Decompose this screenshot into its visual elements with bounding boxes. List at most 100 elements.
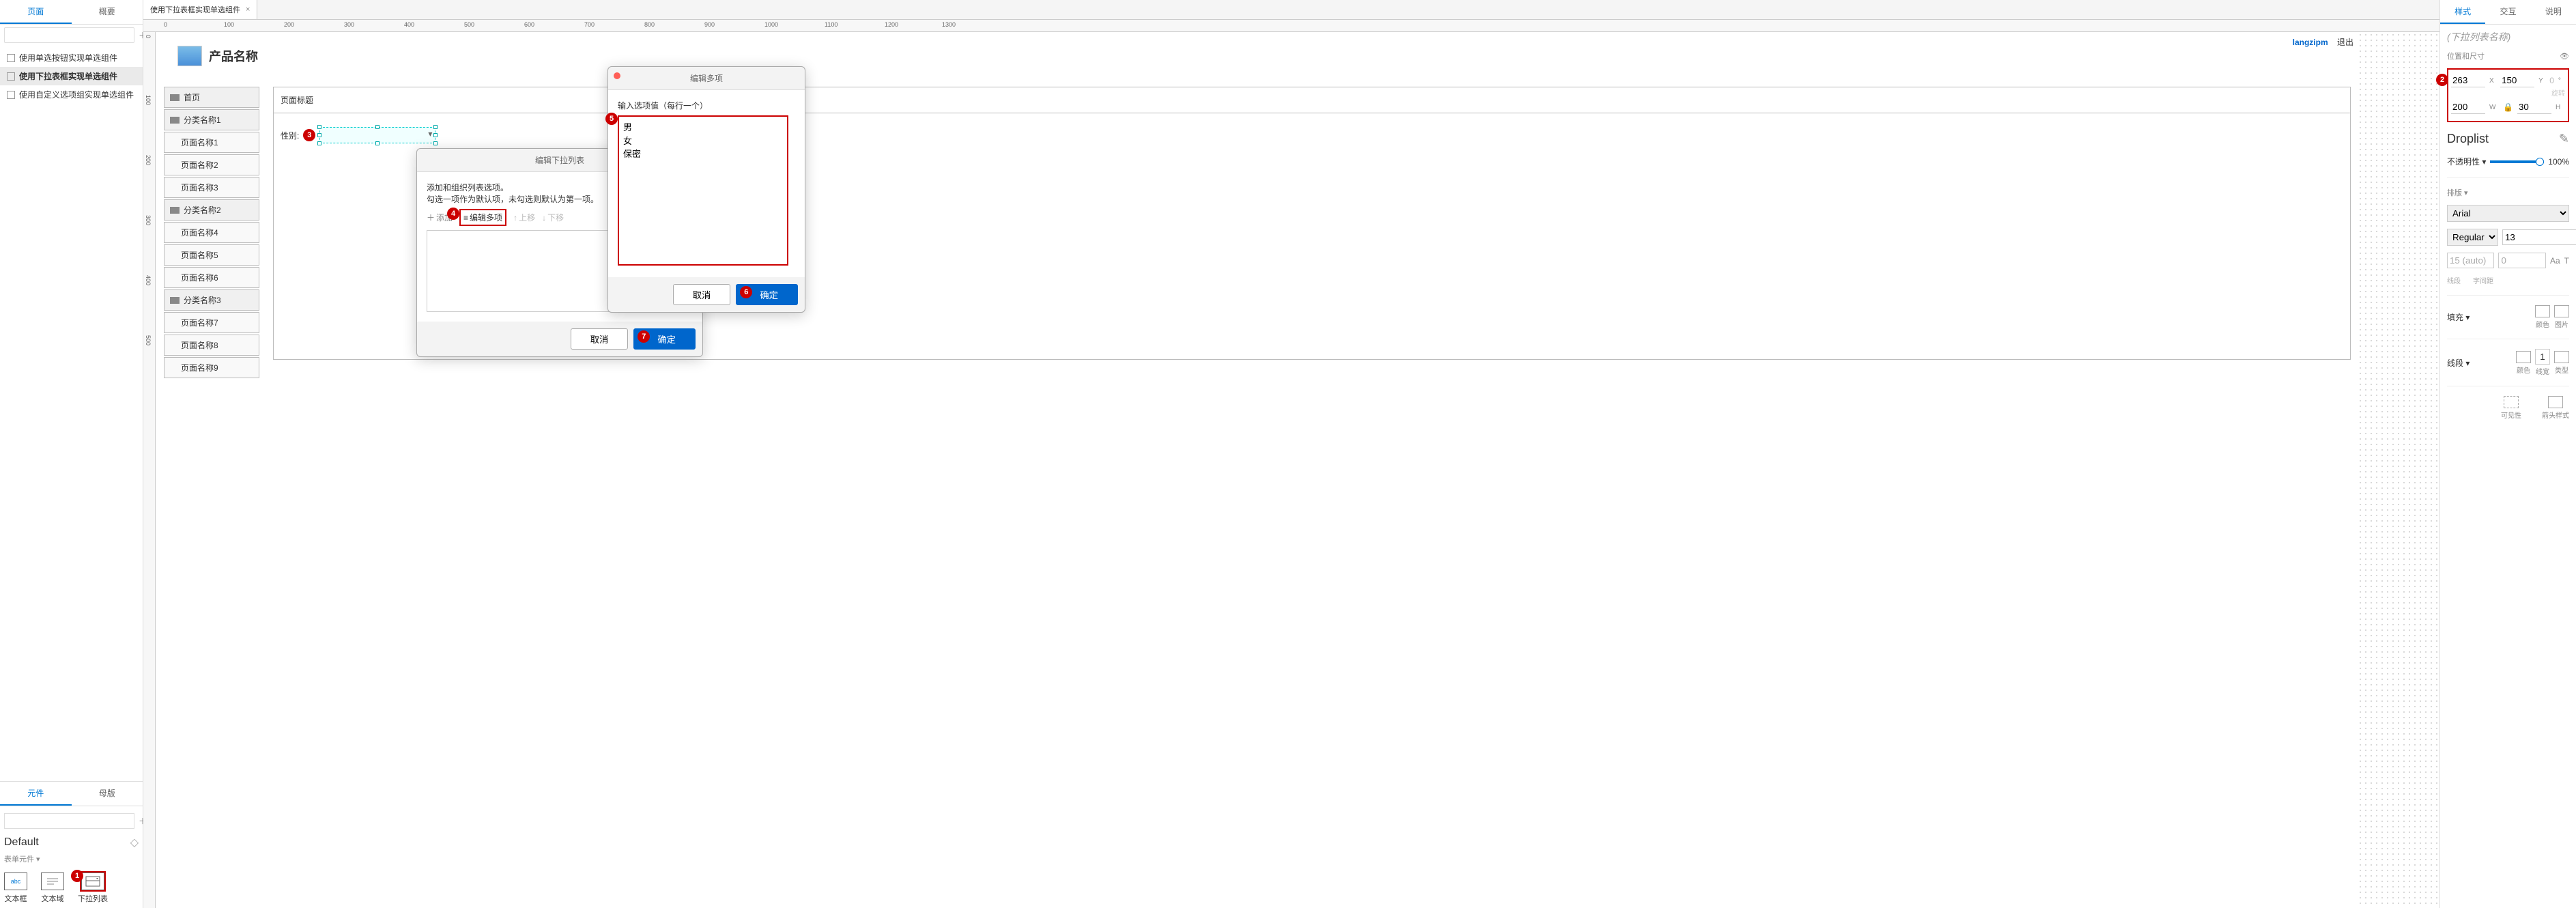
user-link[interactable]: langzipm [2293,38,2328,47]
font-weight-select[interactable]: Regular [2447,229,2498,246]
page-search-input[interactable] [4,27,134,43]
close-icon[interactable]: × [246,5,250,14]
tree-item[interactable]: 使用单选按钮实现单选组件 [0,48,143,67]
file-tab[interactable]: 使用下拉表框实现单选组件 × [143,0,257,19]
folder-icon [170,117,180,124]
x-input[interactable] [2451,74,2485,87]
tree-item[interactable]: 使用自定义选项组实现单选组件 [0,85,143,104]
cancel-button[interactable]: 取消 [673,284,731,305]
stroke-width-input[interactable] [2535,349,2550,365]
edit-many-button[interactable]: ≡ 编辑多项 [459,209,506,226]
sitemap-item[interactable]: 页面名称5 [164,244,259,266]
widget-type: Droplist [2447,132,2489,146]
badge-5: 5 [605,113,618,125]
canvas-margin [2358,32,2439,908]
sitemap-item[interactable]: 页面名称3 [164,177,259,198]
w-input[interactable] [2451,100,2485,114]
edit-many-dialog: 编辑多项 输入选项值（每行一个） 5 取消 6 确定 [607,66,805,313]
widget-textfield[interactable]: abc 文本框 [4,872,27,904]
product-logo [177,46,202,66]
sitemap: 首页 分类名称1 页面名称1 页面名称2 页面名称3 分类名称2 页面名称4 页… [164,87,259,380]
badge-1: 1 [71,870,83,882]
fill-image-icon[interactable] [2554,305,2569,317]
page-title: 页面标题 [274,87,2350,113]
section-label: 填充 ▾ [2447,311,2470,323]
edit-style-icon[interactable]: ✎ [2559,132,2569,146]
library-name[interactable]: Default◇ [4,832,139,853]
page-icon [7,72,15,81]
sitemap-item[interactable]: 页面名称6 [164,267,259,288]
sitemap-item[interactable]: 分类名称3 [164,289,259,311]
page-tree: 使用单选按钮实现单选组件 使用下拉表框实现单选组件 使用自定义选项组实现单选组件 [0,46,143,107]
sitemap-item[interactable]: 页面名称7 [164,312,259,333]
y-input[interactable] [2500,74,2534,87]
stroke-type-icon[interactable] [2554,351,2569,363]
font-select[interactable]: Arial [2447,205,2569,222]
section-label: 位置和尺寸 [2447,51,2485,61]
droplist-widget[interactable] [319,127,435,143]
sitemap-item[interactable]: 分类名称1 [164,109,259,130]
dialog-prompt: 输入选项值（每行一个） [618,100,795,111]
visibility-toggle[interactable] [2504,396,2519,408]
lock-icon[interactable]: 🔒 [2503,102,2513,112]
letter-spacing-input[interactable] [2498,253,2545,268]
font-size-input[interactable] [2502,229,2576,245]
tab-style[interactable]: 样式 [2440,0,2485,24]
section-label: 不透明性 ▾ [2447,156,2486,167]
dialog-title: 编辑多项 [608,67,805,90]
section-label: 线段 ▾ [2447,357,2470,369]
tab-interaction[interactable]: 交互 [2485,0,2530,24]
widget-name-input[interactable]: (下拉列表名称) [2447,30,2569,44]
widget-label: 文本域 [42,893,64,904]
line-height-input[interactable] [2447,253,2494,268]
tab-masters[interactable]: 母版 [72,782,143,806]
cancel-button[interactable]: 取消 [571,328,629,350]
stroke-color-swatch[interactable] [2516,351,2531,363]
product-title: 产品名称 [209,47,258,65]
tab-widgets[interactable]: 元件 [0,782,72,806]
file-tab-label: 使用下拉表框实现单选组件 [150,4,240,15]
widget-label: 下拉列表 [78,893,108,904]
page-icon [7,54,15,62]
tab-notes[interactable]: 说明 [2531,0,2576,24]
fill-color-swatch[interactable] [2535,305,2550,317]
widget-search-input[interactable] [4,813,134,829]
field-label: 性别: [281,130,299,141]
tab-outline[interactable]: 概要 [72,0,143,24]
logout-link[interactable]: 退出 [2337,38,2353,47]
badge-3: 3 [303,129,315,141]
tree-item-label: 使用自定义选项组实现单选组件 [19,89,134,100]
widget-label: 文本框 [5,893,27,904]
h-input[interactable] [2517,100,2551,114]
text-case-icon[interactable]: Aa [2550,256,2560,266]
options-textarea[interactable] [618,115,788,266]
ruler-horizontal: 0 100 200 300 400 500 600 700 800 900 10… [143,20,2439,32]
close-icon[interactable] [614,72,620,79]
arrow-style-icon[interactable] [2548,396,2563,408]
opacity-value: 100% [2548,157,2569,167]
widget-textarea[interactable]: 文本域 [41,872,64,904]
move-down-button[interactable]: ↓ 下移 [542,212,564,223]
tree-item[interactable]: 使用下拉表框实现单选组件 [0,67,143,85]
library-category[interactable]: 表单元件 ▾ [4,853,139,868]
page-icon [7,91,15,99]
sitemap-item[interactable]: 页面名称2 [164,154,259,175]
sitemap-item[interactable]: 页面名称8 [164,335,259,356]
tab-pages[interactable]: 页面 [0,0,72,24]
badge-4: 4 [447,208,459,220]
folder-icon [170,207,180,214]
folder-icon [170,94,180,101]
ruler-vertical: 0 100 200 300 400 500 [143,32,156,908]
sitemap-item[interactable]: 首页 [164,87,259,108]
text-options-icon[interactable]: T [2564,256,2569,266]
sitemap-item[interactable]: 页面名称4 [164,222,259,243]
section-label: 排版 ▾ [2447,187,2468,198]
sitemap-item[interactable]: 页面名称1 [164,132,259,153]
sitemap-item[interactable]: 分类名称2 [164,199,259,221]
opacity-slider[interactable] [2490,160,2544,163]
tree-item-label: 使用下拉表框实现单选组件 [19,70,117,82]
move-up-button[interactable]: ↑ 上移 [513,212,535,223]
visibility-icon[interactable]: 👁 [2560,52,2569,61]
sitemap-item[interactable]: 页面名称9 [164,357,259,378]
widget-droplist[interactable]: 1 下拉列表 [78,872,108,904]
